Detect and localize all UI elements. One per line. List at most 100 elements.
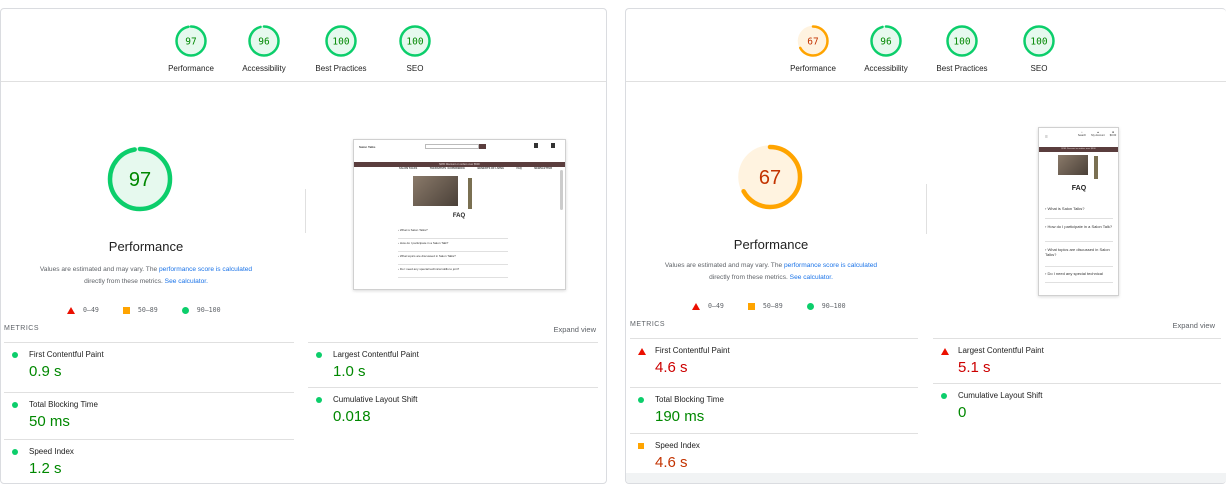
- legend-fail-range: 0–49: [83, 306, 99, 314]
- see-calculator-link[interactable]: See calculator.: [165, 278, 208, 285]
- metric-title: Cumulative Layout Shift: [333, 395, 418, 404]
- description-text: Values are estimated and may vary. The: [664, 262, 785, 269]
- screenshot-icon-label: My Account: [1091, 134, 1105, 137]
- screenshot-faq-item: › What is Salon Talks?: [398, 228, 508, 239]
- screenshot-banner: $265 Discount on orders over $500: [354, 162, 565, 167]
- legend-pass-range: 90–100: [821, 302, 846, 310]
- screenshot-icon-label: Search: [1077, 134, 1087, 137]
- metrics-heading: METRICS: [4, 325, 39, 332]
- gauge-seo[interactable]: 100 SEO: [370, 24, 460, 73]
- gauge-score: 97: [185, 36, 196, 47]
- metric-largest-contentful-paint: Largest Contentful Paint 1.0 s: [308, 342, 598, 392]
- screenshot-nav-item: THERAPISTS / EXPERIENCE: [429, 167, 466, 170]
- pass-circle-icon: [806, 302, 814, 310]
- metric-title: First Contentful Paint: [655, 346, 730, 355]
- performance-score-gauge: 67: [737, 144, 803, 210]
- screenshot-search-icon: ⌕ Search: [1077, 131, 1087, 137]
- final-screenshot-thumbnail[interactable]: Salon Talks SALON TALKS THERAPISTS / EXP…: [353, 139, 566, 290]
- metric-largest-contentful-paint: Largest Contentful Paint 5.1 s: [933, 338, 1221, 388]
- screenshot-question-text: How do I participate in a Salon Talk?: [1047, 224, 1113, 229]
- gauge-ring: 96: [870, 25, 902, 57]
- metric-status-icon: [316, 397, 322, 403]
- legend-pass-range: 90–100: [196, 306, 221, 314]
- score-legend: 0–49 50–89 90–100: [67, 306, 221, 314]
- description-text-2: directly from these metrics.: [84, 278, 165, 285]
- description-text-2: directly from these metrics.: [709, 274, 790, 281]
- metric-cumulative-layout-shift: Cumulative Layout Shift 0.018: [308, 387, 598, 437]
- screenshot-search-box: [425, 144, 479, 149]
- fail-triangle-icon: [67, 306, 75, 314]
- screenshot-plant-image: [1094, 156, 1098, 179]
- screenshot-question-text: How do I participate in a Salon Talk?: [399, 241, 449, 245]
- screenshot-faq-item: › Do I need any special technical: [1045, 271, 1113, 283]
- metric-value: 50 ms: [29, 413, 70, 430]
- gauge-score: 100: [1030, 36, 1047, 47]
- metric-title: Speed Index: [655, 441, 700, 450]
- screenshot-plant-image: [468, 178, 472, 209]
- gauge-ring: 100: [325, 25, 357, 57]
- gauge-score: 100: [406, 36, 423, 47]
- screenshot-faq-title: FAQ: [1071, 185, 1087, 192]
- screenshot-question-text: What topics are discussed in Salon Talks…: [1045, 247, 1110, 257]
- desktop-report-panel: 97 Performance 96 Accessibility 100 Best…: [0, 8, 607, 484]
- metrics-heading: METRICS: [630, 321, 665, 328]
- metric-value: 5.1 s: [958, 359, 991, 376]
- metric-total-blocking-time: Total Blocking Time 50 ms: [4, 392, 294, 442]
- expand-view-toggle[interactable]: Expand view: [1172, 321, 1215, 330]
- metric-status-icon: [638, 348, 646, 355]
- metric-status-icon: [638, 443, 644, 449]
- metric-status-icon: [638, 397, 644, 403]
- vertical-divider: [926, 184, 927, 234]
- fail-triangle-icon: [692, 302, 700, 310]
- metric-status-icon: [12, 352, 18, 358]
- score-calculation-link[interactable]: performance score is calculated: [159, 266, 252, 273]
- gauge-seo[interactable]: 100 SEO: [994, 24, 1084, 73]
- performance-description: Values are estimated and may vary. The p…: [1, 264, 296, 288]
- description-text: Values are estimated and may vary. The: [39, 266, 160, 273]
- screenshot-laptop-image: [1058, 155, 1088, 175]
- gauge-ring: 96: [248, 25, 280, 57]
- gauge-ring: 100: [399, 25, 431, 57]
- metric-status-icon: [12, 449, 18, 455]
- screenshot-faq-item: › Do I need any special technical skills…: [398, 267, 508, 278]
- category-gauges-row: 67 Performance 96 Accessibility 100 Best…: [626, 9, 1226, 82]
- screenshot-scrollbar: [560, 170, 563, 210]
- gauge-label: SEO: [406, 64, 424, 73]
- gauge-ring: 67: [797, 25, 829, 57]
- score-calculation-link[interactable]: performance score is calculated: [784, 262, 877, 269]
- metric-status-icon: [941, 393, 947, 399]
- expand-view-toggle[interactable]: Expand view: [553, 325, 596, 334]
- metric-cumulative-layout-shift: Cumulative Layout Shift 0: [933, 383, 1221, 433]
- metric-value: 1.2 s: [29, 460, 62, 477]
- screenshot-menu-icon: ≡: [1045, 134, 1048, 140]
- screenshot-nav-item: NEWSLETTER: [534, 167, 553, 170]
- metric-value: 0.018: [333, 408, 371, 425]
- screenshot-question-text: Do I need any special technical: [1047, 271, 1103, 276]
- see-calculator-link[interactable]: See calculator.: [790, 274, 833, 281]
- screenshot-question-text: What is Salon Talks?: [1047, 206, 1085, 211]
- legend-average-range: 50–89: [762, 302, 783, 310]
- metric-title: Largest Contentful Paint: [958, 346, 1044, 355]
- metric-value: 0: [958, 404, 967, 421]
- metric-title: Speed Index: [29, 447, 74, 456]
- metric-title: Total Blocking Time: [655, 395, 724, 404]
- screenshot-cart-icon: ■ $0.00: [1109, 131, 1117, 137]
- gauge-score: 67: [807, 36, 818, 47]
- performance-score-gauge: 97: [107, 146, 173, 212]
- metric-first-contentful-paint: First Contentful Paint 0.9 s: [4, 342, 294, 392]
- metric-value: 4.6 s: [655, 359, 688, 376]
- metric-title: Largest Contentful Paint: [333, 350, 419, 359]
- performance-title: Performance: [733, 237, 809, 252]
- metric-title: Cumulative Layout Shift: [958, 391, 1043, 400]
- screenshot-nav-item: BENEFITS OF LIVING: [477, 167, 504, 170]
- metric-speed-index: Speed Index 1.2 s: [4, 439, 294, 483]
- performance-title: Performance: [108, 239, 184, 254]
- screenshot-faq-item: › How do I participate in a Salon Talk?: [398, 241, 508, 252]
- screenshot-faq-item: › How do I participate in a Salon Talk?: [1045, 224, 1113, 242]
- screenshot-question-text: What is Salon Talks?: [399, 228, 428, 232]
- legend-fail-range: 0–49: [708, 302, 724, 310]
- screenshot-banner: $265 Discount on orders over $500: [1039, 147, 1118, 152]
- final-screenshot-thumbnail[interactable]: ≡ ⌕ Search ▲ My Account ■ $0.00 $265 Discou…: [1038, 127, 1119, 296]
- screenshot-account-icon: ▲ My Account: [1091, 131, 1105, 137]
- metric-value: 4.6 s: [655, 454, 688, 471]
